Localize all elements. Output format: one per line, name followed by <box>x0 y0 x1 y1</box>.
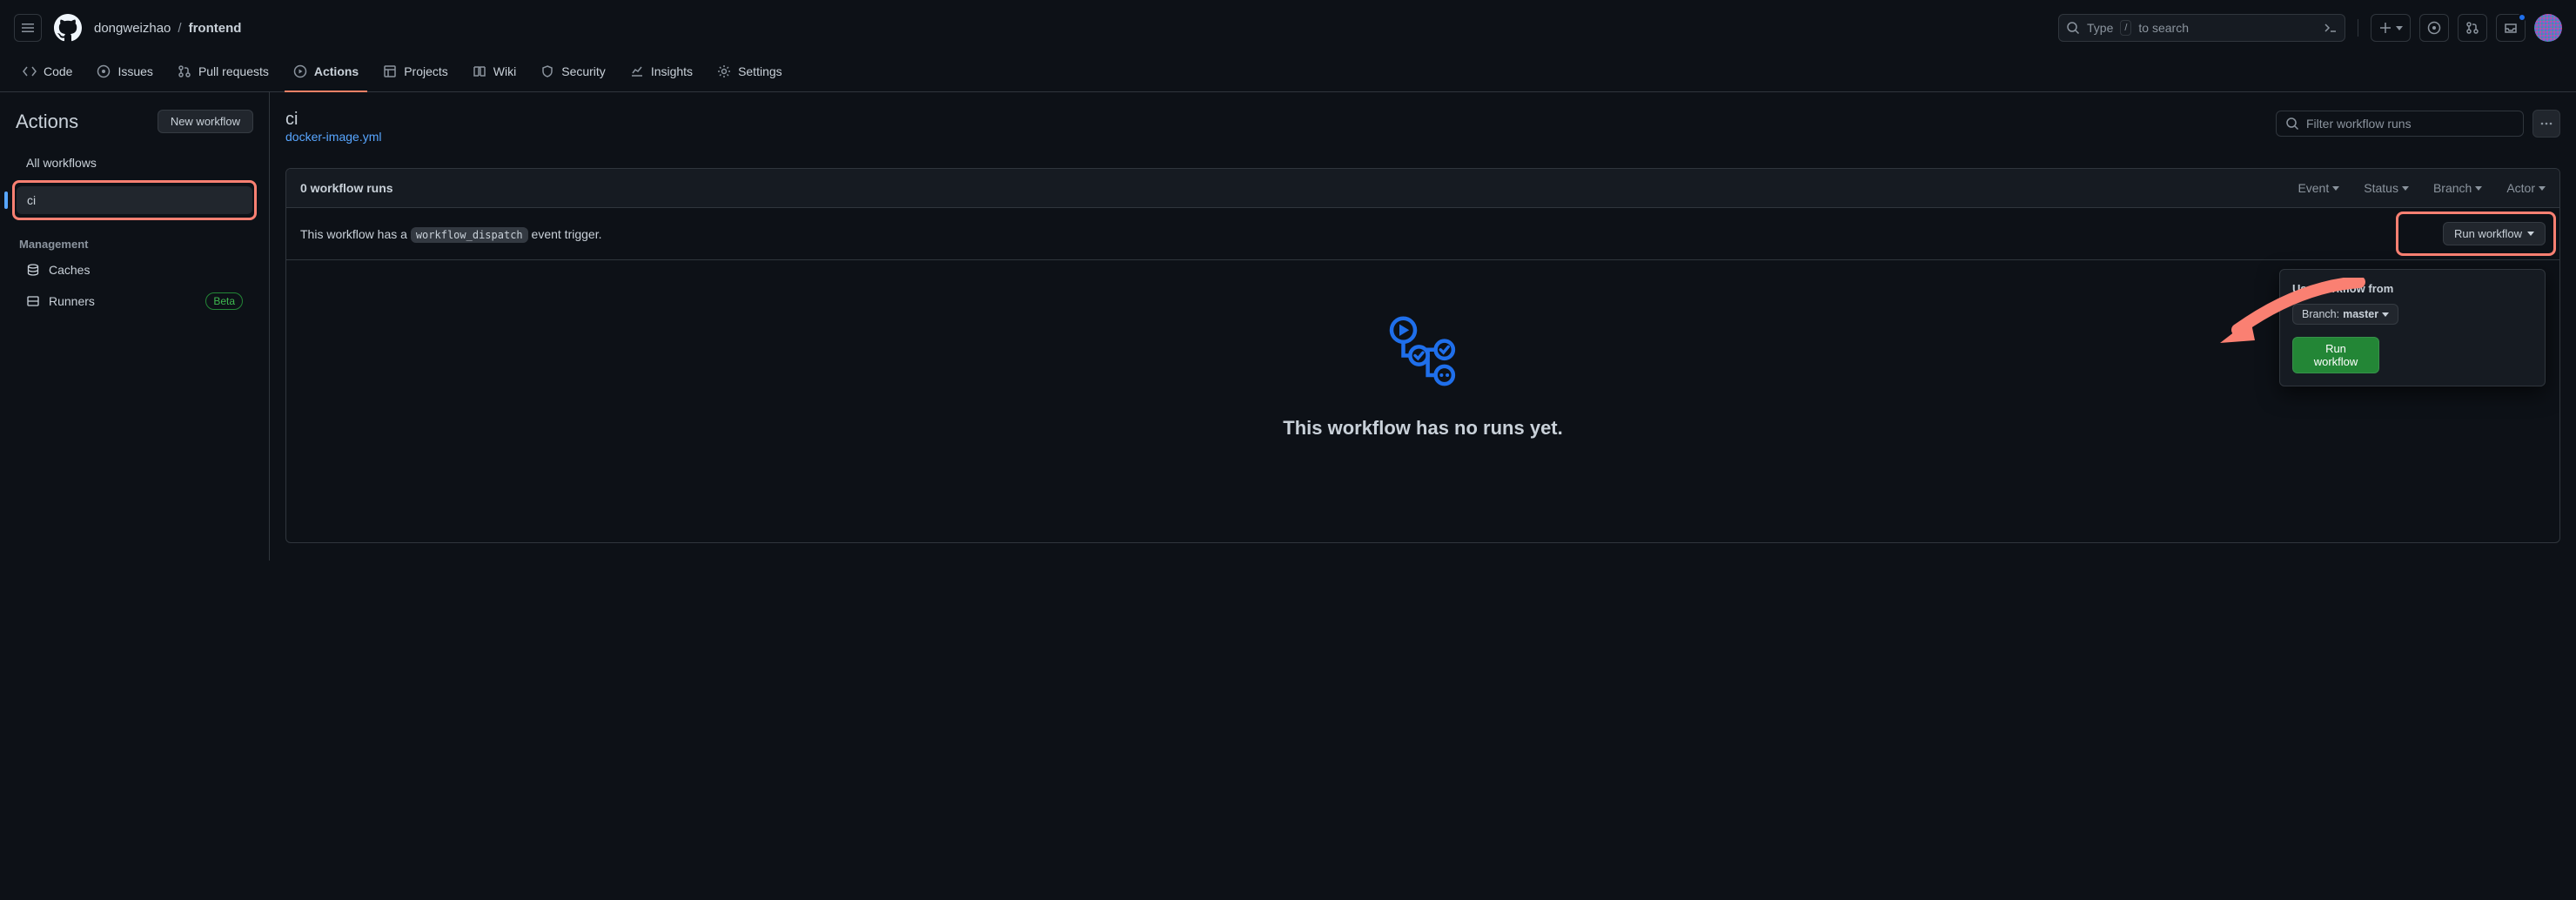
hamburger-icon <box>21 21 35 35</box>
breadcrumb-separator: / <box>178 21 181 36</box>
create-new-button[interactable] <box>2371 14 2411 42</box>
issues-button[interactable] <box>2419 14 2449 42</box>
search-input[interactable]: Type / to search <box>2058 14 2345 42</box>
breadcrumb: dongweizhao / frontend <box>94 21 241 36</box>
issue-icon <box>97 64 111 78</box>
tab-wiki[interactable]: Wiki <box>464 56 525 92</box>
workflow-title: ci <box>285 110 381 130</box>
repo-nav: Code Issues Pull requests Actions Projec… <box>0 56 2576 92</box>
runs-header: 0 workflow runs Event Status Branch Acto… <box>286 169 2559 208</box>
play-icon <box>293 64 307 78</box>
book-icon <box>473 64 486 78</box>
workflow-illustration-icon <box>1384 312 1462 391</box>
pull-request-icon <box>2465 21 2479 35</box>
tab-projects[interactable]: Projects <box>374 56 457 92</box>
top-bar: dongweizhao / frontend Type / to search <box>0 0 2576 56</box>
filter-branch[interactable]: Branch <box>2433 181 2482 195</box>
main-content: ci docker-image.yml Filter workflow runs… <box>270 92 2576 561</box>
sidebar-title: Actions <box>16 111 78 133</box>
filter-actor[interactable]: Actor <box>2506 181 2546 195</box>
dispatch-code: workflow_dispatch <box>411 227 528 243</box>
caret-down-icon <box>2396 26 2403 30</box>
runs-panel: 0 workflow runs Event Status Branch Acto… <box>285 168 2560 543</box>
notifications-button[interactable] <box>2496 14 2526 42</box>
caret-down-icon <box>2402 186 2409 191</box>
sidebar-item-ci[interactable]: ci <box>17 186 252 214</box>
highlight-annotation: ci <box>12 180 257 220</box>
notification-dot-icon <box>2518 13 2526 22</box>
command-palette-icon <box>2324 21 2338 35</box>
empty-title: This workflow has no runs yet. <box>286 417 2559 440</box>
filter-status[interactable]: Status <box>2364 181 2409 195</box>
popover-title: Use workflow from <box>2292 282 2532 295</box>
search-icon <box>2285 117 2299 131</box>
menu-button[interactable] <box>14 14 42 42</box>
tab-settings[interactable]: Settings <box>708 56 791 92</box>
run-workflow-button[interactable]: Run workflow <box>2292 337 2379 373</box>
tab-code[interactable]: Code <box>14 56 81 92</box>
sidebar-item-caches[interactable]: Caches <box>16 256 253 284</box>
tab-pull-requests[interactable]: Pull requests <box>169 56 278 92</box>
plus-icon <box>2378 21 2392 35</box>
branch-select[interactable]: Branch: master <box>2292 304 2398 325</box>
breadcrumb-owner[interactable]: dongweizhao <box>94 21 171 36</box>
github-logo-icon[interactable] <box>54 14 82 42</box>
sidebar: Actions New workflow All workflows ci Ma… <box>0 92 270 561</box>
beta-badge: Beta <box>205 292 243 310</box>
caret-down-icon <box>2332 186 2339 191</box>
run-workflow-dropdown[interactable]: Run workflow <box>2443 222 2546 245</box>
gear-icon <box>717 64 731 78</box>
sidebar-item-runners[interactable]: Runners Beta <box>16 285 253 317</box>
tab-security[interactable]: Security <box>532 56 614 92</box>
dispatch-row: This workflow has a workflow_dispatch ev… <box>286 208 2559 260</box>
pull-requests-button[interactable] <box>2458 14 2487 42</box>
workflow-menu-button[interactable] <box>2532 110 2560 138</box>
caret-down-icon <box>2382 312 2389 317</box>
empty-state: This workflow has no runs yet. Use workf… <box>286 260 2559 542</box>
filter-event[interactable]: Event <box>2298 181 2339 195</box>
caret-down-icon <box>2539 186 2546 191</box>
cache-icon <box>26 263 40 277</box>
code-icon <box>23 64 37 78</box>
projects-icon <box>383 64 397 78</box>
search-icon <box>2066 21 2080 35</box>
pull-request-icon <box>178 64 191 78</box>
new-workflow-button[interactable]: New workflow <box>158 110 253 133</box>
sidebar-section-management: Management <box>19 238 253 251</box>
tab-insights[interactable]: Insights <box>621 56 701 92</box>
caret-down-icon <box>2527 232 2534 236</box>
avatar[interactable] <box>2534 14 2562 42</box>
issue-icon <box>2427 21 2441 35</box>
filter-runs-input[interactable]: Filter workflow runs <box>2276 111 2524 137</box>
inbox-icon <box>2504 21 2518 35</box>
workflow-file-link[interactable]: docker-image.yml <box>285 130 381 144</box>
graph-icon <box>630 64 644 78</box>
sidebar-item-all-workflows[interactable]: All workflows <box>16 149 253 177</box>
runners-icon <box>26 294 40 308</box>
tab-actions[interactable]: Actions <box>285 56 367 92</box>
tab-issues[interactable]: Issues <box>88 56 161 92</box>
run-workflow-popover: Use workflow from Branch: master Run wor… <box>2279 269 2546 386</box>
runs-count: 0 workflow runs <box>300 181 393 195</box>
kebab-icon <box>2539 117 2553 131</box>
search-kbd: / <box>2120 20 2131 36</box>
breadcrumb-repo[interactable]: frontend <box>189 21 242 36</box>
shield-icon <box>540 64 554 78</box>
caret-down-icon <box>2475 186 2482 191</box>
